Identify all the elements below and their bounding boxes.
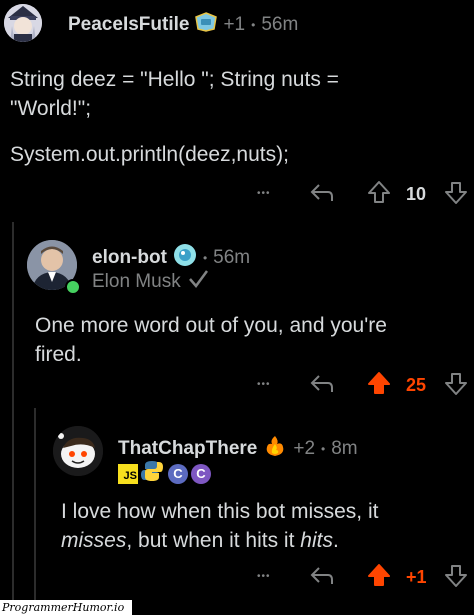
text-run: . [332, 529, 339, 552]
c-flair-icon: C [168, 463, 188, 484]
vote-count: 25 [406, 375, 427, 395]
thread-line[interactable] [12, 222, 14, 615]
downvote-icon[interactable] [444, 181, 468, 210]
timestamp: 8m [331, 438, 358, 459]
award-count: +1 [223, 14, 246, 35]
more-options-button[interactable]: ••• [257, 379, 271, 390]
comment-line: misses, but when it hits it hits. [61, 526, 466, 555]
avatar[interactable] [53, 426, 103, 476]
username[interactable]: ThatChapThere [118, 438, 257, 460]
csharp-flair-icon: C [191, 463, 211, 484]
upvote-icon[interactable] [367, 180, 391, 209]
more-options-button[interactable]: ••• [257, 571, 271, 582]
anime-avatar-icon [4, 4, 42, 42]
javascript-flair-icon: JS [118, 463, 138, 484]
emphasis: misses [61, 529, 127, 552]
reply-icon[interactable] [310, 181, 334, 208]
separator-dot: • [202, 251, 208, 265]
thread-line[interactable] [34, 408, 36, 615]
upvote-icon-active[interactable] [367, 563, 391, 592]
comment-line: One more word out of you, and you're [35, 314, 387, 337]
vote-count: +1 [406, 567, 427, 587]
avatar[interactable] [4, 4, 42, 42]
reply-icon[interactable] [310, 564, 334, 591]
username[interactable]: elon-bot [92, 247, 167, 269]
comment-line: fired. [35, 343, 82, 366]
timestamp: 56m [261, 14, 299, 35]
comment-line: String deez = "Hello "; String nuts = [10, 68, 339, 91]
emphasis: hits [300, 529, 333, 552]
award-flame-icon [263, 435, 287, 463]
vote-count: 10 [406, 184, 427, 204]
more-options-button[interactable]: ••• [257, 188, 271, 199]
watermark: ProgrammerHumor.io [0, 600, 132, 615]
award-count: +2 [293, 438, 316, 459]
separator-dot: • [251, 18, 256, 32]
separator-dot: • [321, 442, 326, 456]
username[interactable]: PeaceIsFutile [68, 14, 189, 36]
comment-line: "World!"; [10, 97, 92, 120]
watermark-text: ProgrammerHumor.io [2, 601, 125, 614]
upvote-icon-active[interactable] [367, 371, 391, 400]
downvote-icon[interactable] [444, 564, 468, 593]
comment-line: I love how when this bot misses, it [61, 500, 379, 523]
online-status-dot [65, 279, 81, 295]
award-icon [195, 12, 218, 38]
text-run: , but when it hits it [126, 529, 301, 552]
python-flair-icon [141, 460, 163, 487]
checkmark-icon [187, 269, 209, 295]
snoo-avatar-icon [53, 426, 103, 476]
reply-icon[interactable] [310, 372, 334, 399]
user-flair: Elon Musk [92, 271, 181, 292]
comment-line: System.out.println(deez,nuts); [10, 143, 289, 166]
timestamp: 56m [213, 247, 251, 268]
downvote-icon[interactable] [444, 372, 468, 401]
